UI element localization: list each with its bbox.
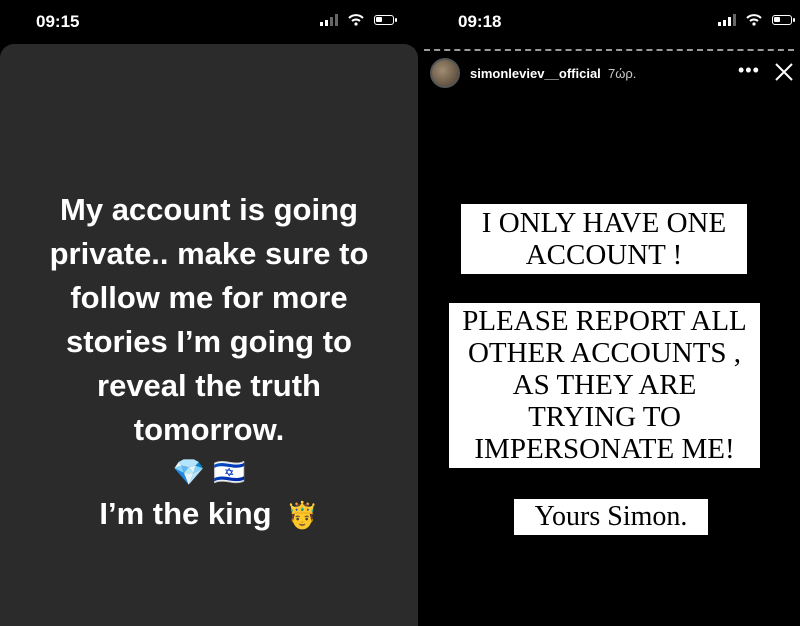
story-left-panel: 09:15 My account is going private.. make…	[0, 0, 418, 626]
box-line: OTHER ACCOUNTS ,	[467, 337, 742, 369]
story-line: follow me for more	[70, 280, 348, 315]
one-account-box: I ONLY HAVE ONE ACCOUNT !	[461, 204, 747, 274]
story-progress-bar	[424, 49, 794, 53]
box-line: IMPERSONATE ME!	[474, 433, 735, 465]
story-line: tomorrow.	[133, 412, 285, 447]
status-icons-left	[320, 14, 397, 26]
signature-text: Yours Simon.	[534, 501, 688, 532]
status-time-left: 09:15	[36, 12, 80, 31]
battery-icon	[374, 15, 397, 25]
signal-icon	[718, 14, 736, 26]
report-accounts-box: PLEASE REPORT ALL OTHER ACCOUNTS , AS TH…	[449, 303, 760, 468]
more-icon[interactable]: •••	[738, 60, 760, 81]
story-line: My account is going	[60, 192, 358, 227]
battery-icon	[772, 15, 795, 25]
story-text: My account is going private.. make sure …	[0, 188, 418, 452]
box-line: ACCOUNT !	[525, 239, 683, 271]
diamond-icon: 💎	[172, 457, 205, 487]
post-time: 7ώρ.	[608, 66, 637, 81]
box-line: PLEASE REPORT ALL	[462, 305, 747, 337]
status-icons-right	[718, 14, 795, 26]
story-line: stories I’m going to	[66, 324, 352, 359]
wifi-icon	[348, 14, 364, 26]
story-line: private.. make sure to	[49, 236, 369, 271]
signal-icon	[320, 14, 338, 26]
username[interactable]: simonleviev__official	[470, 66, 601, 81]
king-line: I’m the king 🤴	[0, 496, 418, 532]
box-line: I ONLY HAVE ONE	[481, 207, 727, 239]
avatar[interactable]	[430, 58, 460, 88]
box-line: AS THEY ARE	[512, 369, 697, 401]
wifi-icon	[746, 14, 762, 26]
signature-box: Yours Simon.	[514, 499, 708, 535]
emoji-row: 💎 🇮🇱	[0, 457, 418, 488]
king-text: I’m the king	[99, 496, 272, 531]
prince-emoji-icon: 🤴	[286, 500, 319, 530]
status-time-right: 09:18	[458, 12, 502, 31]
box-line: TRYING TO	[528, 401, 681, 433]
close-icon[interactable]	[774, 62, 794, 82]
israel-flag-icon: 🇮🇱	[213, 457, 246, 487]
story-line: reveal the truth	[97, 368, 321, 403]
